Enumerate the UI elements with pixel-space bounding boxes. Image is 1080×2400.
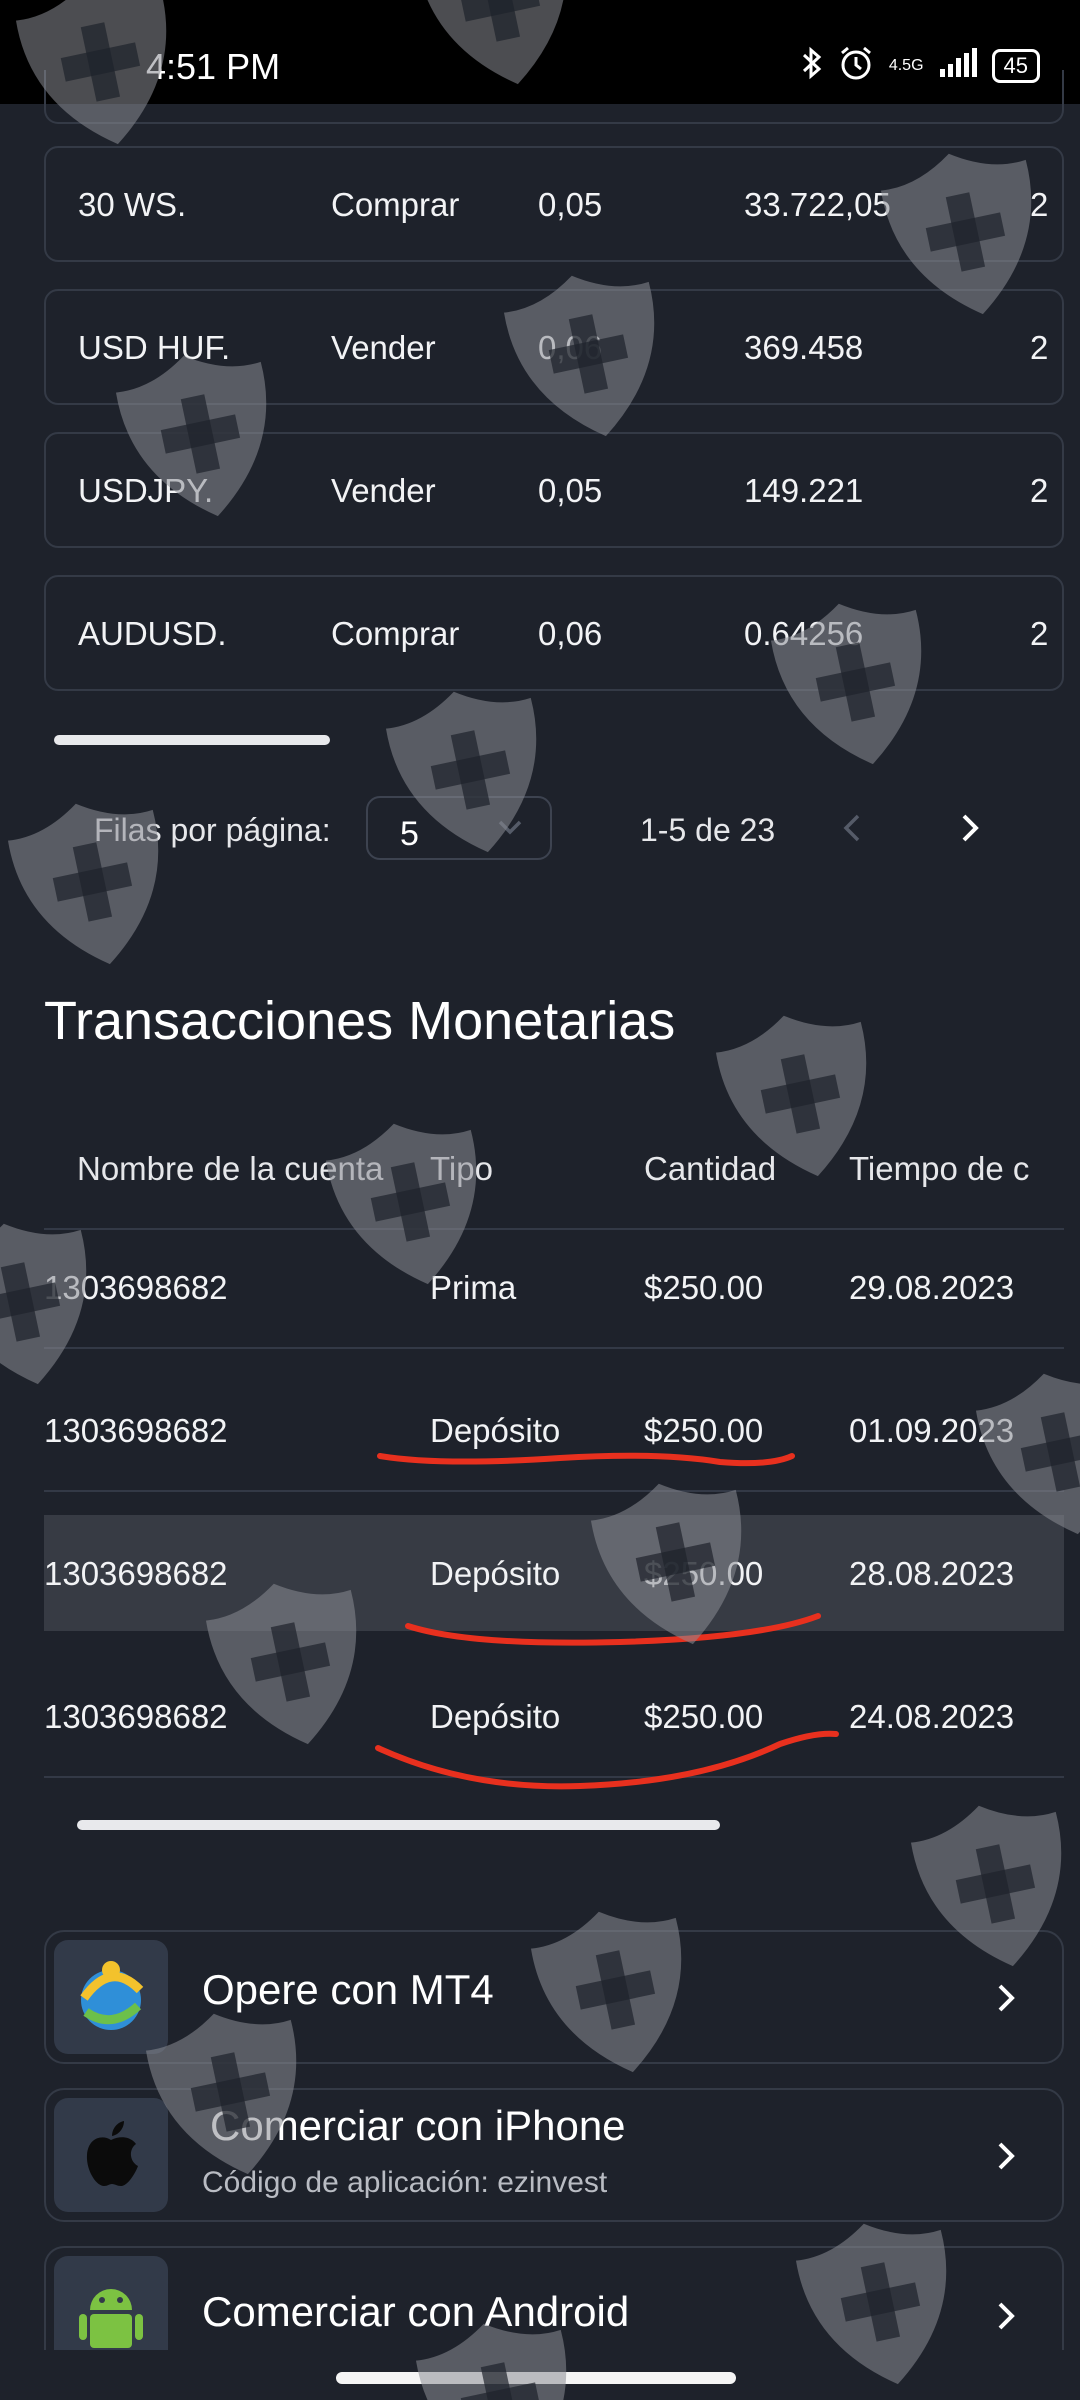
card-title: Comerciar con iPhone: [210, 2102, 626, 2149]
home-indicator[interactable]: [336, 2372, 736, 2384]
tx-amount: $250.00: [644, 1555, 764, 1592]
tx-amount: $250.00: [644, 1269, 764, 1306]
trade-price: 33.722,05: [744, 186, 891, 223]
column-header-time: Tiempo de c: [849, 1150, 1030, 1187]
tx-time: 01.09.2023: [849, 1412, 1015, 1449]
trade-volume: 0,06: [538, 329, 603, 366]
tx-time: 28.08.2023: [849, 1555, 1015, 1592]
trade-row-partial: [44, 70, 1064, 124]
trade-volume: 0,06: [538, 615, 603, 652]
trade-type: Vender: [331, 472, 436, 509]
chevron-right-icon: [998, 1984, 1015, 2012]
column-header-amount: Cantidad: [644, 1150, 777, 1187]
card-title: Opere con MT4: [202, 1966, 494, 2013]
trade-type: Comprar: [331, 186, 460, 223]
mt4-logo-icon: [54, 1940, 168, 2054]
tx-type: Prima: [430, 1269, 517, 1306]
tx-account: 1303698682: [44, 1412, 228, 1449]
trade-type: Comprar: [331, 615, 460, 652]
table-row[interactable]: 30 WS. Comprar 0,05 33.722,05 2: [44, 146, 1064, 262]
table-row[interactable]: AUDUSD. Comprar 0,06 0.64256 2: [44, 575, 1064, 691]
tx-time: 29.08.2023: [849, 1269, 1015, 1306]
table-row[interactable]: 1303698682 Depósito $250.00 01.09.2023: [44, 1372, 1064, 1488]
column-header-account: Nombre de la cuenta: [77, 1150, 384, 1187]
divider: [44, 1776, 1064, 1778]
tx-type: Depósito: [430, 1698, 561, 1735]
table-row[interactable]: 1303698682 Depósito $250.00 24.08.2023: [44, 1658, 1064, 1774]
tx-account: 1303698682: [44, 1555, 228, 1592]
divider: [44, 1347, 1064, 1349]
chevron-left-icon[interactable]: [834, 808, 870, 848]
card-title: Comerciar con Android: [202, 2288, 630, 2335]
mt4-link-card[interactable]: Opere con MT4: [44, 1930, 1064, 2064]
horizontal-scrollbar[interactable]: [77, 1820, 720, 1830]
table-row[interactable]: 1303698682 Prima $250.00 29.08.2023: [44, 1229, 1064, 1345]
table-row[interactable]: USDJPY. Vender 0,05 149.221 2: [44, 432, 1064, 548]
trade-price: 369.458: [744, 329, 864, 366]
trade-volume: 0,05: [538, 472, 603, 509]
trade-type: Vender: [331, 329, 436, 366]
iphone-link-card[interactable]: Comerciar con iPhone Código de aplicació…: [44, 2088, 1064, 2222]
tx-account: 1303698682: [44, 1698, 228, 1735]
trade-symbol: USD HUF.: [78, 329, 231, 366]
chevron-right-icon: [998, 2302, 1015, 2330]
trade-extra: 2: [1030, 329, 1049, 366]
tx-time: 24.08.2023: [849, 1698, 1015, 1735]
android-logo-icon: [54, 2256, 168, 2350]
trade-volume: 0,05: [538, 186, 603, 223]
tx-type: Depósito: [430, 1412, 561, 1449]
chevron-down-icon: [498, 820, 522, 835]
divider: [44, 1490, 1064, 1492]
android-link-card[interactable]: Comerciar con Android: [44, 2246, 1064, 2350]
trade-price: 0.64256: [744, 615, 864, 652]
tx-amount: $250.00: [644, 1698, 764, 1735]
trade-symbol: USDJPY.: [78, 472, 214, 509]
tx-amount: $250.00: [644, 1412, 764, 1449]
card-subtitle: Código de aplicación: ezinvest: [202, 2166, 608, 2199]
rows-per-page-label: Filas por página:: [94, 812, 331, 848]
rows-per-page-value: 5: [400, 815, 419, 853]
chevron-right-icon[interactable]: [952, 808, 988, 848]
chevron-right-icon: [998, 2142, 1015, 2170]
trade-extra: 2: [1030, 472, 1049, 509]
apple-logo-icon: [54, 2098, 168, 2212]
table-row[interactable]: 1303698682 Depósito $250.00 28.08.2023: [44, 1515, 1064, 1631]
page-range: 1-5 de 23: [640, 812, 776, 848]
table-row[interactable]: USD HUF. Vender 0,06 369.458 2: [44, 289, 1064, 405]
tx-type: Depósito: [430, 1555, 561, 1592]
rows-per-page-select[interactable]: 5: [366, 796, 552, 860]
column-header-type: Tipo: [430, 1150, 493, 1187]
trade-extra: 2: [1030, 615, 1049, 652]
trade-symbol: 30 WS.: [78, 186, 187, 223]
horizontal-scrollbar[interactable]: [54, 735, 330, 745]
trade-price: 149.221: [744, 472, 864, 509]
trade-symbol: AUDUSD.: [78, 615, 227, 652]
section-title: Transacciones Monetarias: [44, 991, 676, 1051]
tx-account: 1303698682: [44, 1269, 228, 1306]
trade-extra: 2: [1030, 186, 1049, 223]
